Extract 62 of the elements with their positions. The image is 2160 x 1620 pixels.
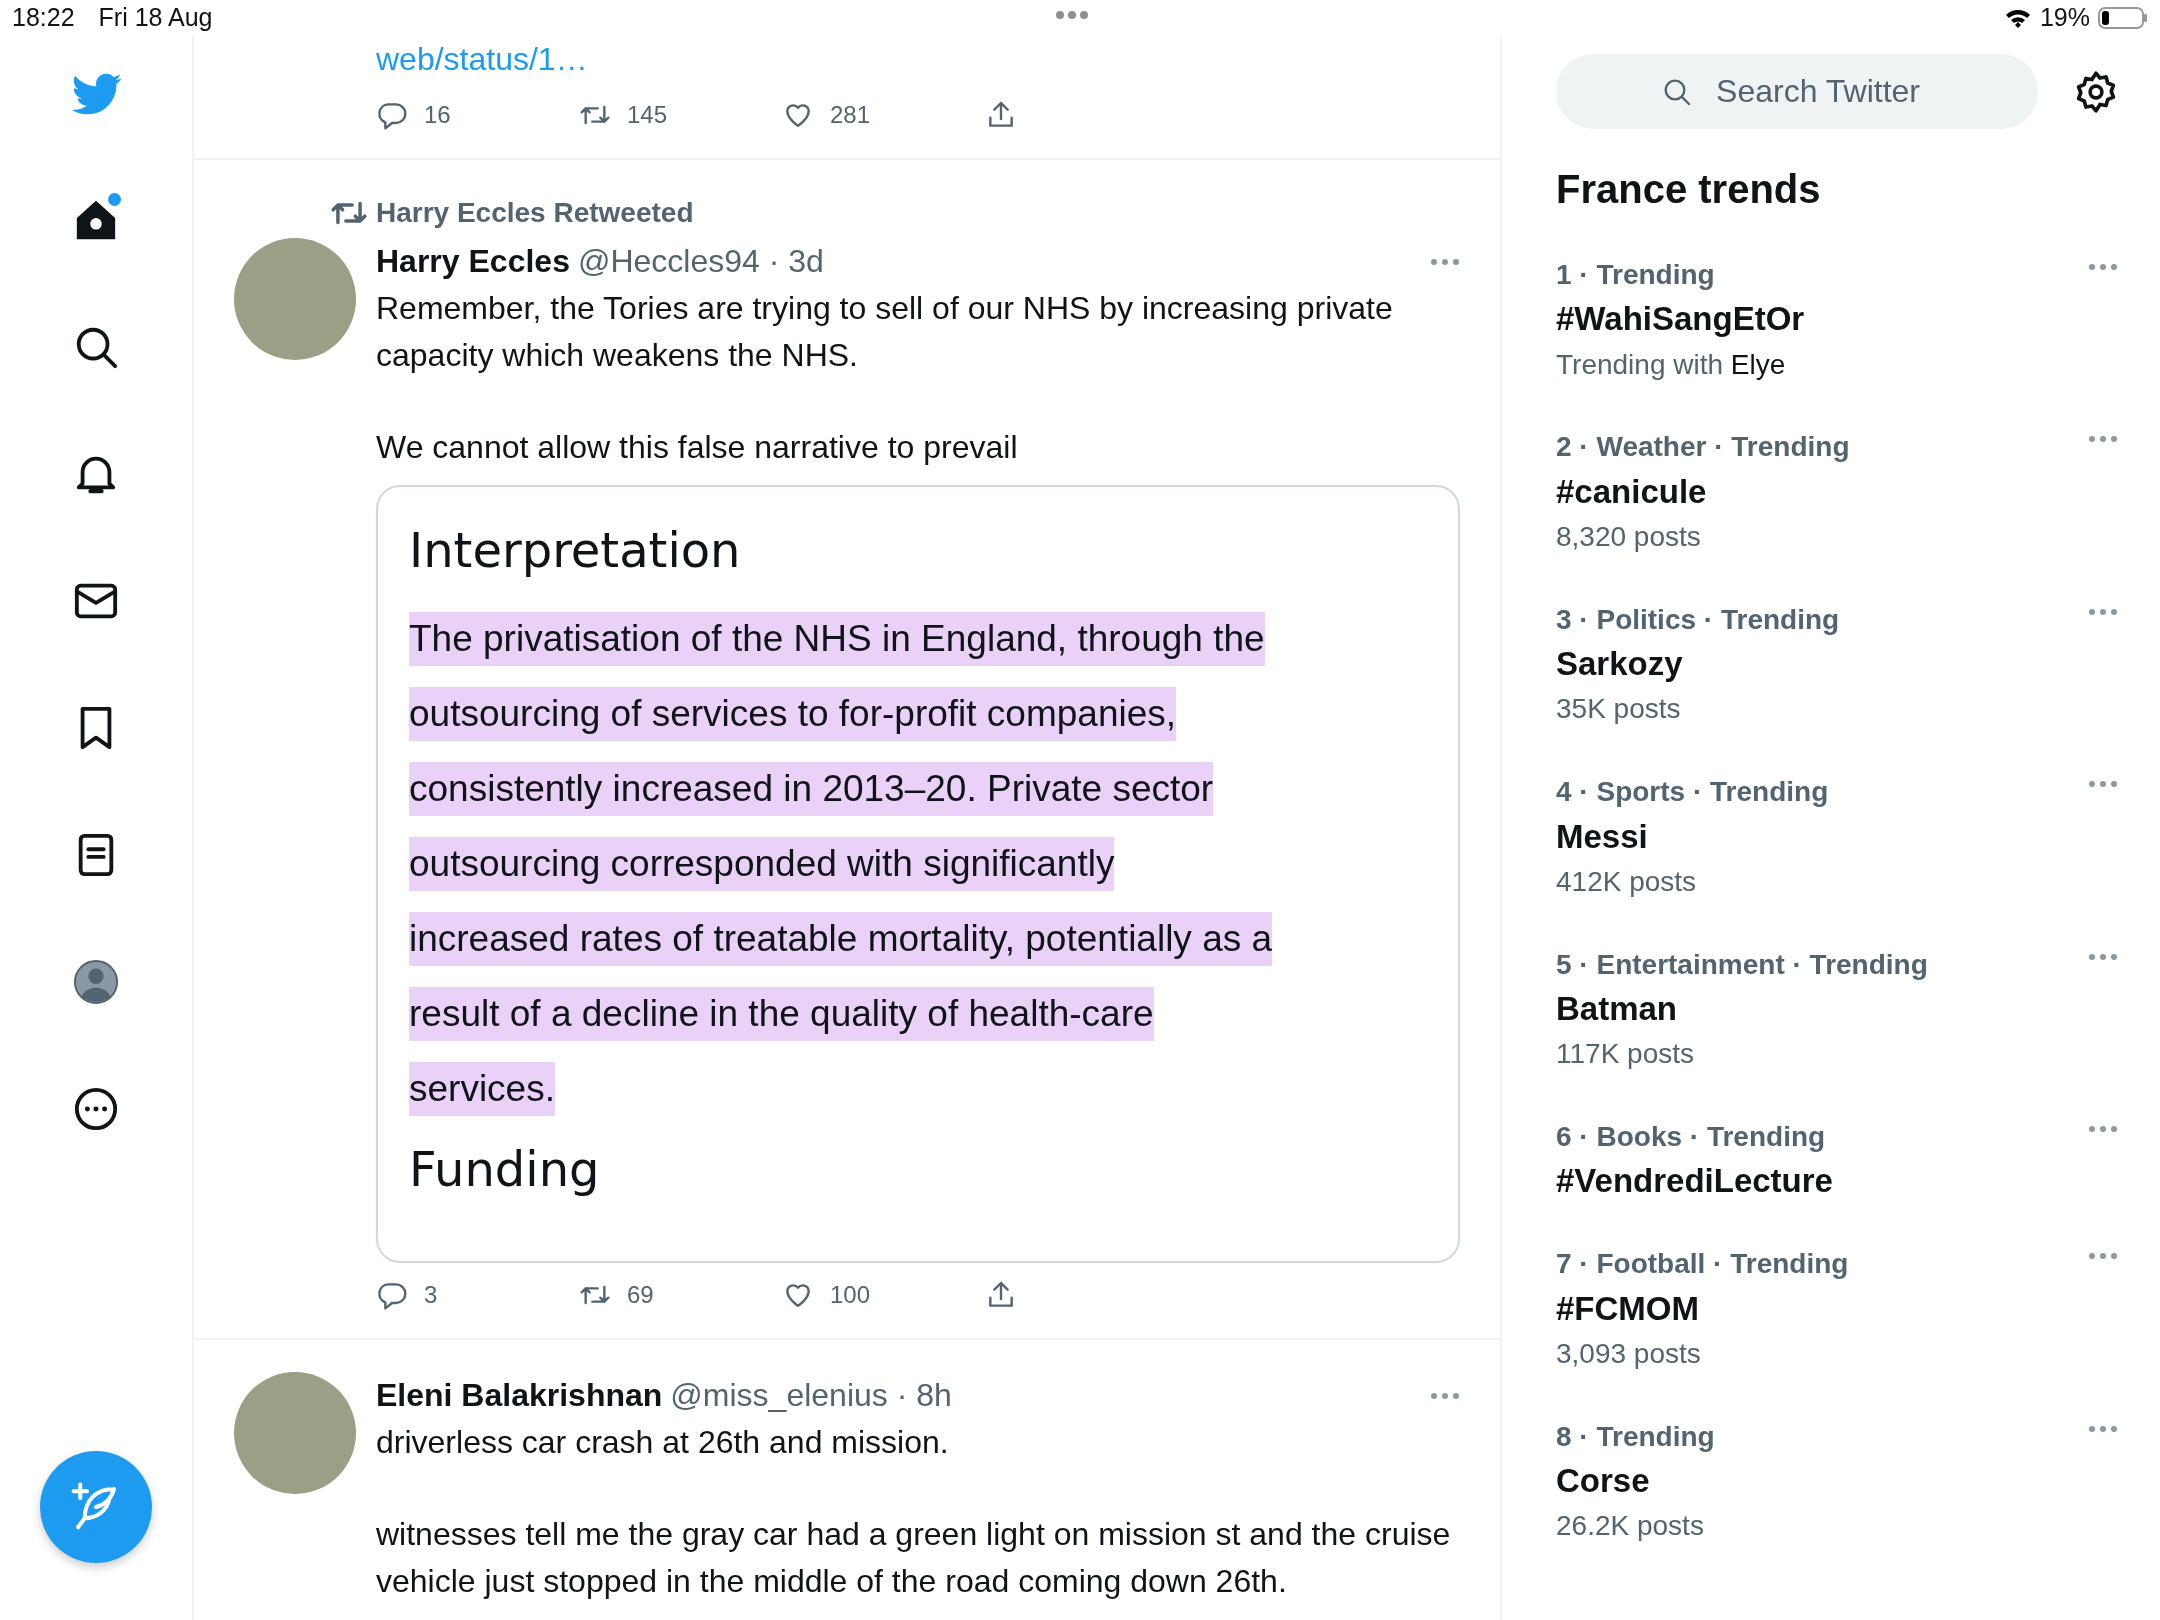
more-options-icon[interactable] [2088,952,2118,961]
trend-name[interactable]: Batman [1556,985,2118,1033]
post-count: 35K posts [1556,692,1682,727]
trend-name[interactable]: #FCMOM [1556,1285,2118,1333]
trend-name[interactable]: #VendrediLecture [1556,1158,2118,1205]
more-options-icon[interactable] [2088,607,2118,616]
tweet-text: witnesses tell me the gray car had a green light on mission st and the cruise vehicle just stopped in the middle of the road coming down 26th. [376,1515,1452,1601]
more-options-icon[interactable] [2088,1124,2118,1133]
tweet-text: We cannot allow this false narrative to prevail [376,428,1019,467]
battery-icon [2098,6,2148,30]
search-field[interactable]: Search Twitter [1556,54,2038,129]
notification-dot [108,193,121,206]
more-circle-icon[interactable] [73,1086,119,1132]
status-time: 18:22 [12,2,75,34]
retweet-button[interactable]: 69 [579,1271,782,1318]
reply-button[interactable]: 16 [376,91,579,138]
trend-name[interactable]: #WahiSangEtOr [1556,296,2118,343]
trend-category[interactable]: 2 · Weather · Trending [1556,425,2118,469]
author-name[interactable]: Eleni Balakrishnan [376,1372,663,1419]
author-handle-time: @miss_elenius · 8h [670,1376,952,1415]
post-count: 3,093 posts [1556,1337,1702,1372]
post-count: 8,320 posts [1556,519,1702,554]
trend-category[interactable]: 8 · Trending [1556,1414,2118,1459]
more-options-icon[interactable] [1430,257,1460,266]
trend-name[interactable]: #canicule [1556,468,2118,515]
embedded-document-card[interactable] [376,485,1460,1263]
trend-name[interactable]: Sarkozy [1556,641,2118,688]
trend-name[interactable]: Messi [1556,813,2118,860]
trend-category[interactable]: 1 · Trending [1556,253,2118,297]
tweet-text: Remember, the Tories are trying to sell of our NHS by increasing private capacity which weakens the NHS. [376,289,1394,375]
trend-category[interactable]: 5 · Entertainment · Trending [1556,942,2118,986]
post-count: 26.2K posts [1556,1509,1705,1544]
trend-category[interactable]: 3 · Politics · Trending [1556,597,2118,642]
trend-category[interactable]: 6 · Books · Trending [1556,1114,2118,1159]
like-button[interactable]: 100 [782,1271,985,1318]
author-name[interactable]: Harry Eccles [376,238,570,285]
like-button[interactable]: 281 [782,91,985,138]
status-date: Fri 18 Aug [98,2,213,34]
more-options-icon[interactable] [2088,1252,2118,1261]
retweeted-by-label[interactable]: Harry Eccles Retweeted [376,192,694,234]
trend-context: Trending with Elye [1556,347,1787,382]
retweet-button[interactable]: 145 [579,91,782,138]
post-count: 117K posts [1556,1037,1696,1072]
reply-button[interactable]: 3 [376,1271,579,1318]
profile-avatar-icon[interactable] [73,959,119,1005]
multitask-handle-icon[interactable] [1055,10,1089,20]
more-options-icon[interactable] [1430,1391,1460,1400]
settings-icon[interactable] [2074,69,2118,114]
section-title: France trends [1556,166,1822,213]
tweet-text: driverless car crash at 26th and mission. [376,1423,950,1462]
more-options-icon[interactable] [2088,263,2118,271]
more-options-icon[interactable] [2088,780,2118,789]
trend-category[interactable]: 4 · Sports · Trending [1556,770,2118,814]
more-options-icon[interactable] [2088,1424,2118,1433]
trend-category[interactable]: 7 · Football · Trending [1556,1242,2118,1286]
author-handle-time: @Heccles94 · 3d [577,242,824,281]
compose-button[interactable] [40,1451,152,1563]
search-icon [1661,76,1693,108]
trend-name[interactable]: Corse [1556,1458,2118,1505]
post-count: 412K posts [1556,864,1698,899]
battery-percent: 19% [2039,2,2090,34]
more-options-icon[interactable] [2088,435,2118,444]
